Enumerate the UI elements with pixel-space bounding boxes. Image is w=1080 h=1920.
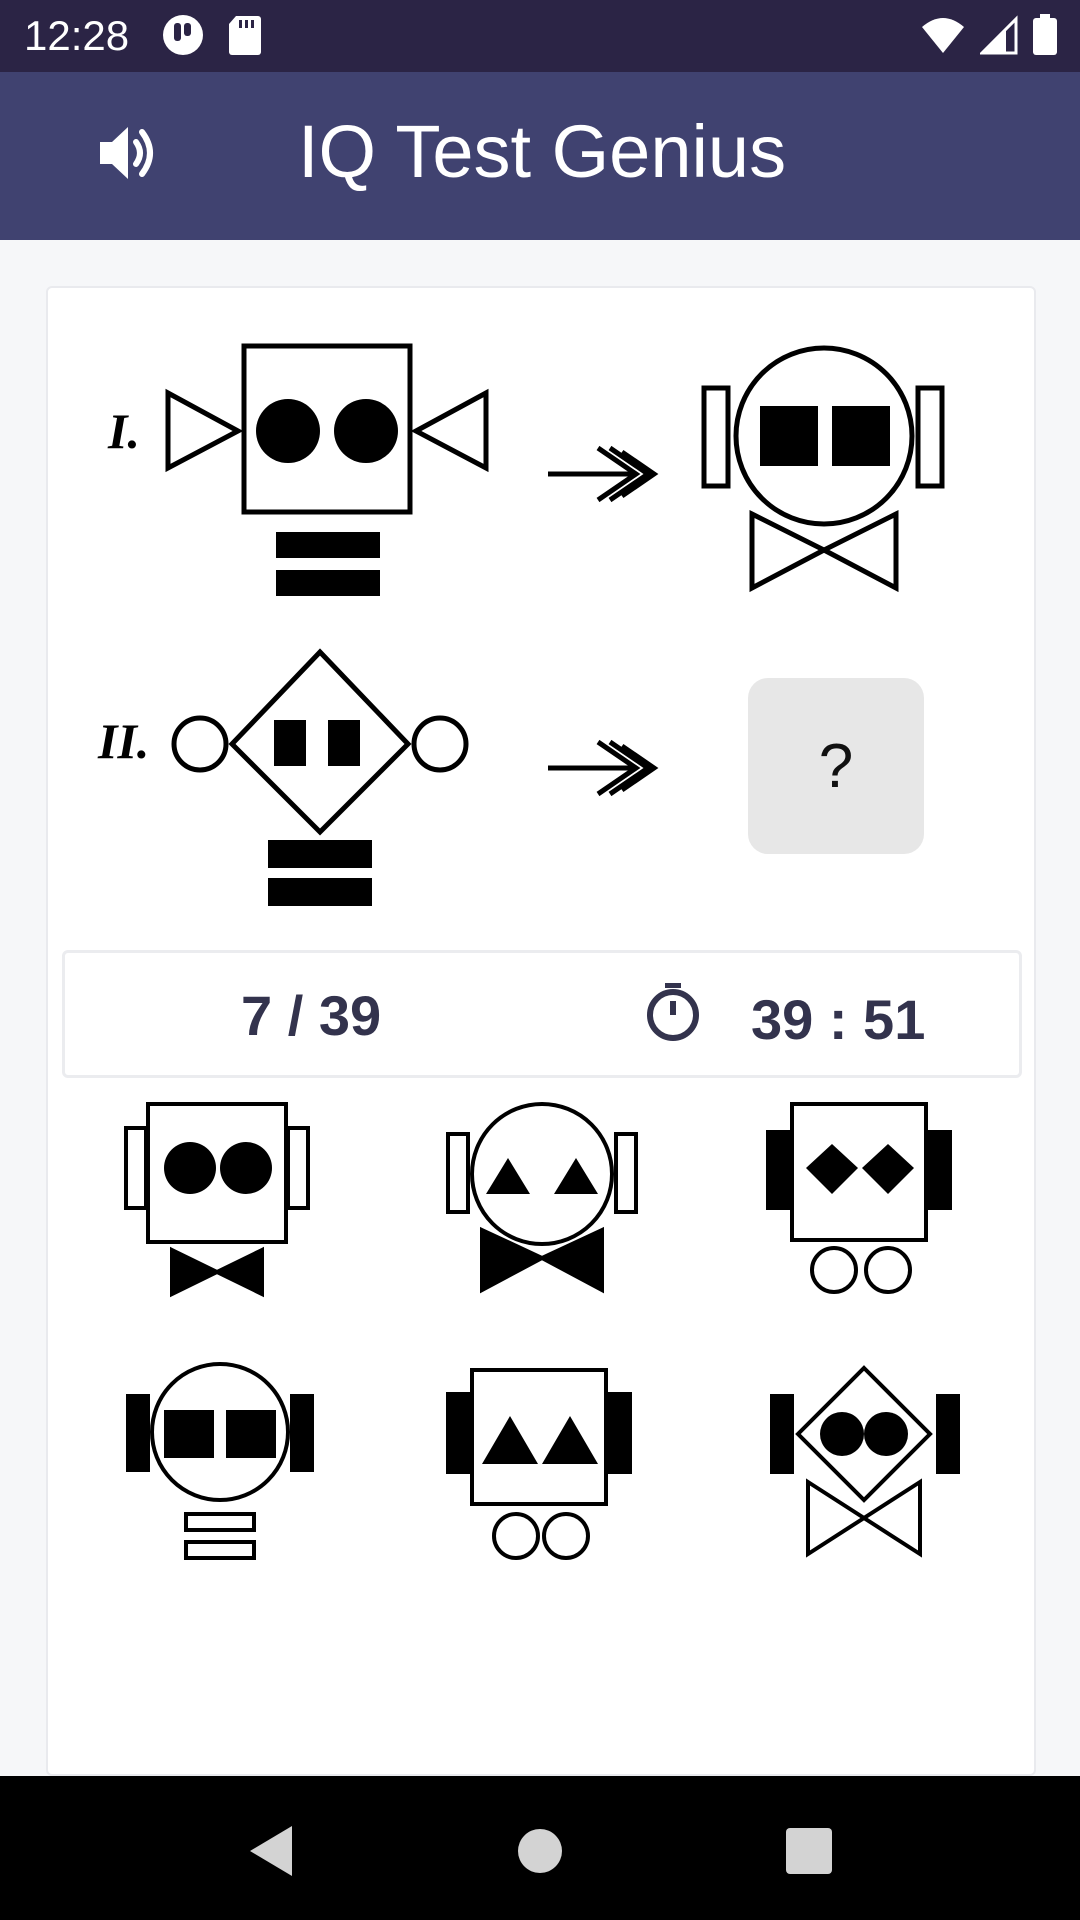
triple-arrow-icon	[548, 445, 659, 503]
unknown-answer-box: ?	[748, 678, 924, 854]
info-bar: 7 / 39 39 : 51	[62, 950, 1022, 1078]
row2-label: II.	[97, 713, 149, 769]
volume-icon	[98, 124, 160, 186]
sd-card-icon	[228, 14, 262, 60]
status-bar: 12:28	[0, 0, 1080, 72]
nav-home-button[interactable]	[505, 1818, 575, 1888]
system-nav-bar	[0, 1776, 1080, 1920]
answer-option-1[interactable]	[120, 1098, 320, 1308]
question-progress: 7 / 39	[241, 984, 382, 1047]
app-title: IQ Test Genius	[298, 110, 787, 193]
row1-label: I.	[107, 403, 140, 459]
status-time: 12:28	[24, 12, 130, 59]
answer-option-5[interactable]	[442, 1360, 642, 1570]
app-bar: IQ Test Genius	[0, 72, 1080, 240]
home-icon	[515, 1826, 565, 1880]
row1-figure	[165, 343, 489, 596]
question-mark: ?	[818, 731, 854, 801]
answer-option-6[interactable]	[764, 1360, 964, 1570]
row2-figure	[171, 648, 469, 906]
question-card: I. II. ? 7 / 39 39: 51	[46, 286, 1036, 1776]
recents-icon	[784, 1826, 834, 1880]
stopwatch-icon	[643, 981, 703, 1041]
triple-arrow-icon	[548, 739, 659, 797]
nav-back-button[interactable]	[236, 1818, 306, 1888]
answer-option-4[interactable]	[120, 1360, 320, 1570]
nav-recents-button[interactable]	[774, 1818, 844, 1888]
wifi-icon	[920, 15, 966, 59]
app-notification-icon	[162, 14, 204, 60]
cell-signal-icon	[978, 15, 1018, 59]
back-icon	[246, 1824, 296, 1882]
battery-icon	[1032, 14, 1058, 60]
row1-result-figure	[701, 345, 945, 593]
sound-toggle-button[interactable]	[90, 116, 168, 194]
timer-value: 39 : 51	[751, 988, 926, 1051]
answer-option-3[interactable]	[760, 1098, 960, 1308]
answer-option-2[interactable]	[442, 1098, 642, 1308]
